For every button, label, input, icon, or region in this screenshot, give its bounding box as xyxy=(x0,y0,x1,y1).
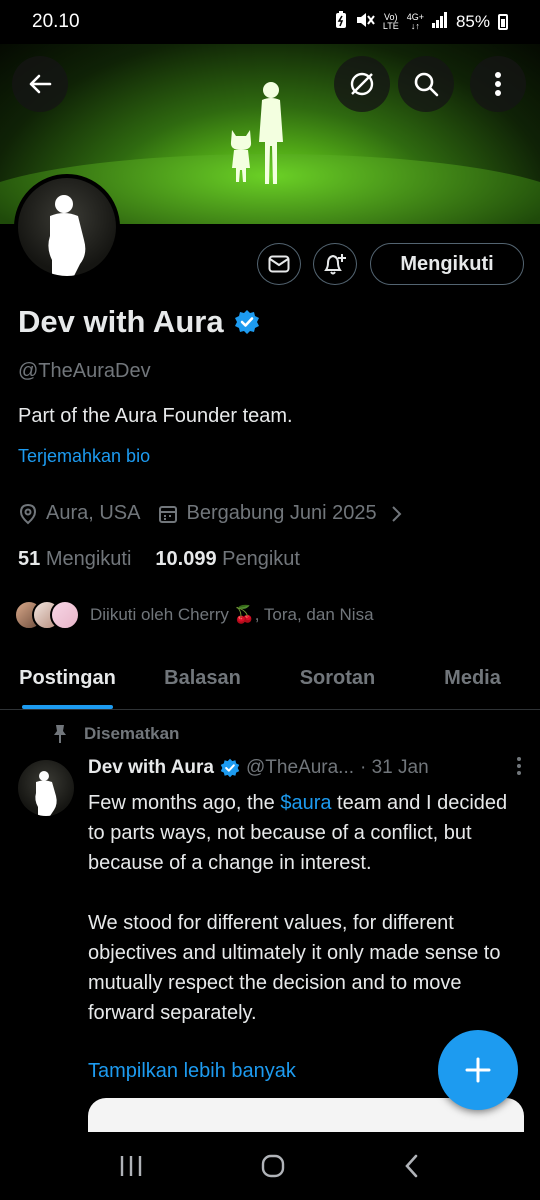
system-navigation-bar xyxy=(0,1132,540,1200)
followers-count: 10.099 xyxy=(155,548,217,570)
signal-icon xyxy=(431,11,448,33)
pinned-label: Disematkan xyxy=(84,724,180,743)
profile-avatar[interactable] xyxy=(14,174,120,280)
compose-button[interactable] xyxy=(438,1030,518,1110)
data-indicator: 4G+ ↓↑ xyxy=(407,13,424,31)
followers-label: Pengikut xyxy=(222,548,300,570)
home-icon[interactable] xyxy=(260,1153,286,1179)
tab-highlights[interactable]: Sorotan xyxy=(270,648,405,709)
followed-by-text: Diikuti oleh Cherry 🍒, Tora, dan Nisa xyxy=(90,605,374,624)
pin-icon xyxy=(54,725,66,743)
post-text[interactable]: Few months ago, the $aura team and I dec… xyxy=(88,788,528,1028)
back-nav-icon[interactable] xyxy=(402,1153,422,1179)
more-vertical-icon xyxy=(517,756,521,775)
pinned-indicator: Disematkan xyxy=(52,724,179,744)
banner-figure-cat xyxy=(230,130,252,182)
following-count: 51 xyxy=(18,548,41,570)
post-text-part: team and I decided to parts ways, not be… xyxy=(88,792,508,1024)
post-author-handle: @TheAura... xyxy=(246,757,354,778)
translate-bio-link[interactable]: Terjemahkan bio xyxy=(18,446,150,467)
profile-bio: Part of the Aura Founder team. xyxy=(18,405,293,427)
tab-replies[interactable]: Balasan xyxy=(135,648,270,709)
show-more-link[interactable]: Tampilkan lebih banyak xyxy=(88,1060,296,1083)
grok-icon xyxy=(350,72,374,96)
notifications-button[interactable] xyxy=(313,243,357,285)
post-header: Dev with Aura @TheAura... · 31 Jan xyxy=(88,756,528,781)
tab-media[interactable]: Media xyxy=(405,648,540,709)
followed-by-row[interactable]: Diikuti oleh Cherry 🍒, Tora, dan Nisa xyxy=(14,600,374,630)
search-icon xyxy=(414,72,439,97)
more-options-button[interactable] xyxy=(470,56,526,112)
back-button[interactable] xyxy=(12,56,68,112)
verified-badge-icon xyxy=(220,758,240,778)
battery-saver-icon xyxy=(335,10,347,34)
follower-avatar xyxy=(50,600,80,630)
data-bottom: ↓↑ xyxy=(410,21,420,31)
status-bar: 20.10 Vo) LTE 4G+ ↓↑ 85% xyxy=(0,0,540,44)
profile-stats: 51 Mengikuti 10.099 Pengikut xyxy=(18,548,300,571)
post-text-part: Few months ago, the xyxy=(88,792,281,814)
volte-bottom: LTE xyxy=(382,21,399,31)
avatar-silhouette xyxy=(35,771,57,816)
banner-figure-person xyxy=(259,82,283,184)
status-time: 20.10 xyxy=(32,11,80,32)
profile-joined: Bergabung Juni 2025 xyxy=(186,502,377,524)
verified-badge-icon xyxy=(234,310,259,334)
profile-name: Dev with Aura xyxy=(18,304,224,339)
tab-posts[interactable]: Postingan xyxy=(0,648,135,709)
avatar-silhouette xyxy=(48,195,86,276)
search-button[interactable] xyxy=(398,56,454,112)
post-more-button[interactable] xyxy=(516,756,522,781)
post-author-avatar[interactable] xyxy=(18,760,74,816)
following-stat[interactable]: 51 Mengikuti xyxy=(18,548,131,571)
following-button[interactable]: Mengikuti xyxy=(370,243,524,285)
recent-apps-icon[interactable] xyxy=(118,1154,144,1178)
status-icons: Vo) LTE 4G+ ↓↑ 85% xyxy=(335,10,508,34)
grok-button[interactable] xyxy=(334,56,390,112)
profile-location: Aura, USA xyxy=(46,502,141,524)
profile-name-row: Dev with Aura xyxy=(18,304,260,340)
calendar-icon xyxy=(159,505,178,523)
location-icon xyxy=(19,503,37,524)
post-date: · 31 Jan xyxy=(360,757,429,778)
profile-meta: Aura, USA Bergabung Juni 2025 xyxy=(18,502,403,525)
mute-icon xyxy=(355,11,375,34)
following-label: Mengikuti xyxy=(45,548,132,570)
chevron-right-icon[interactable] xyxy=(389,504,403,524)
arrow-left-icon xyxy=(29,74,52,94)
battery-icon xyxy=(498,14,508,30)
bell-plus-icon xyxy=(324,254,346,275)
followers-stat[interactable]: 10.099 Pengikut xyxy=(155,548,300,571)
envelope-icon xyxy=(268,255,290,273)
profile-handle: @TheAuraDev xyxy=(18,360,151,382)
volte-indicator: Vo) LTE xyxy=(383,13,399,31)
message-button[interactable] xyxy=(257,243,301,285)
battery-level: 85% xyxy=(455,12,490,31)
post-author-name[interactable]: Dev with Aura xyxy=(88,757,214,779)
profile-tabs: Postingan Balasan Sorotan Media xyxy=(0,648,540,710)
plus-icon xyxy=(465,1057,491,1083)
more-vertical-icon xyxy=(495,72,501,96)
cashtag-link[interactable]: $aura xyxy=(280,792,331,814)
